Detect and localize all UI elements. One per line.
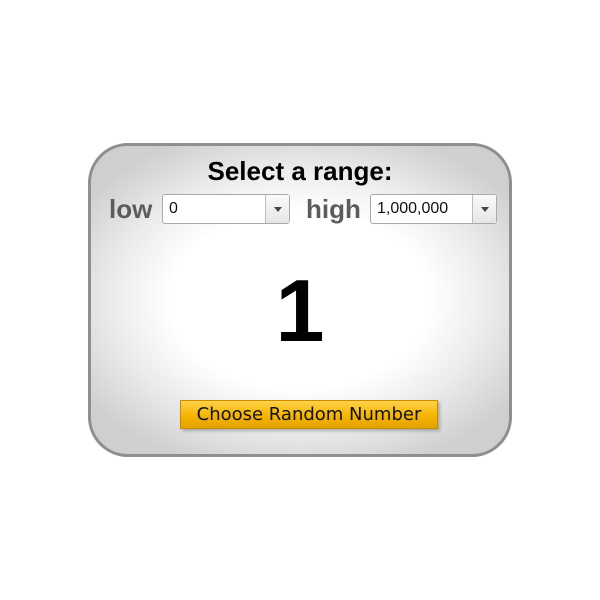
choose-random-number-button[interactable]: Choose Random Number xyxy=(180,400,438,429)
random-result: 1 xyxy=(275,261,325,360)
chevron-down-icon[interactable] xyxy=(265,195,289,223)
high-label: high xyxy=(306,194,361,224)
low-select-value: 0 xyxy=(169,200,178,217)
low-select[interactable]: 0 xyxy=(162,194,290,224)
high-select-value: 1,000,000 xyxy=(377,200,449,217)
high-select[interactable]: 1,000,000 xyxy=(370,194,497,224)
low-label: low xyxy=(109,194,153,224)
widget-title: Select a range: xyxy=(207,156,393,186)
random-number-widget: Select a range: low 0 high 1,000,000 1 C… xyxy=(88,143,512,457)
chevron-down-icon[interactable] xyxy=(472,195,496,223)
